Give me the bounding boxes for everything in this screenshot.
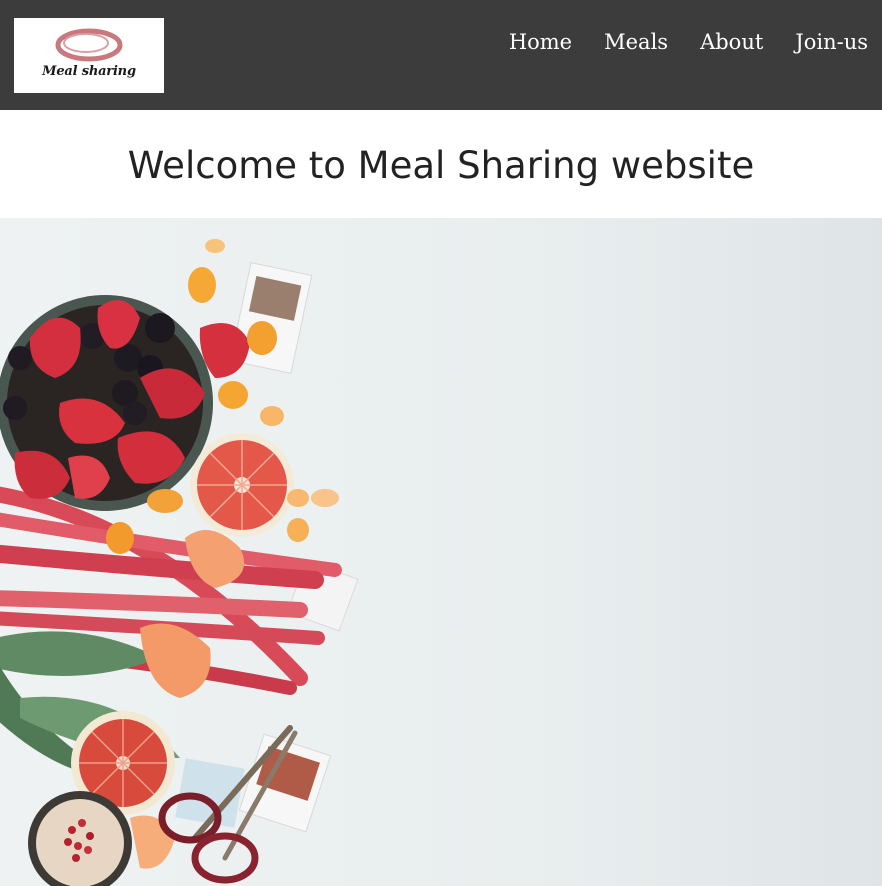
- nav-meals-link[interactable]: Meals: [604, 30, 668, 54]
- title-section: Welcome to Meal Sharing website: [0, 110, 882, 218]
- nav-join-link[interactable]: Join-us: [795, 30, 868, 54]
- logo-ring-icon: [55, 28, 123, 62]
- photo-card-bottom: [175, 733, 332, 833]
- logo-text: Meal sharing: [42, 64, 136, 79]
- nav-about-link[interactable]: About: [700, 30, 763, 54]
- page-title: Welcome to Meal Sharing website: [127, 144, 755, 187]
- hero-image: [0, 218, 882, 886]
- logo[interactable]: Meal sharing: [14, 18, 164, 93]
- navbar: Meal sharing Home Meals About Join-us: [0, 0, 882, 110]
- nav-menu: Home Meals About Join-us: [509, 30, 868, 54]
- nav-home-link[interactable]: Home: [509, 30, 572, 54]
- grapefruit-slice-right: [190, 433, 294, 537]
- food-flatlay-illustration: [0, 239, 359, 886]
